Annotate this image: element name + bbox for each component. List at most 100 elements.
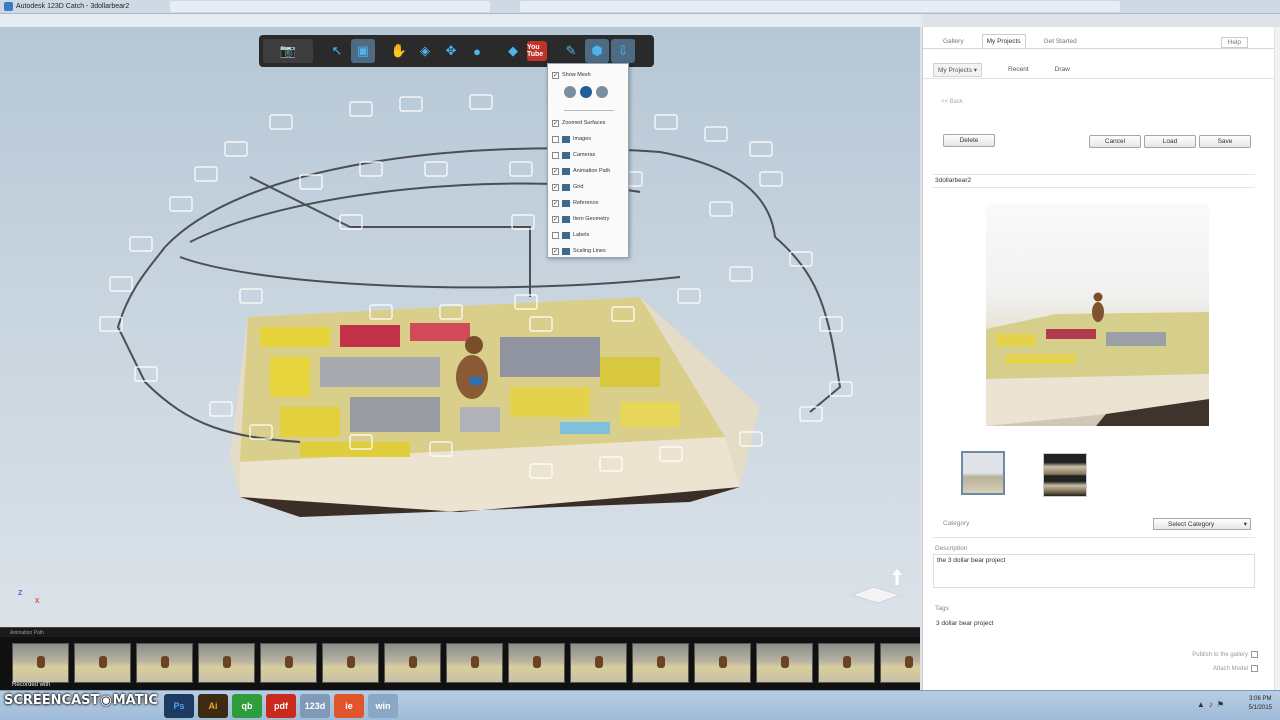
filmstrip-thumbnail[interactable] xyxy=(446,643,503,683)
view-menu-item[interactable]: Images xyxy=(552,131,624,147)
network-icon[interactable]: ▲ xyxy=(1197,700,1205,709)
flag-icon[interactable]: ⚑ xyxy=(1217,700,1224,709)
navigation-cube[interactable] xyxy=(842,567,907,607)
load-button[interactable]: Load xyxy=(1144,135,1196,148)
attach-checkbox[interactable] xyxy=(1251,665,1258,672)
pan-icon[interactable]: ◈ xyxy=(413,39,437,63)
clock[interactable]: 3:06 PM 5/1/2015 xyxy=(1249,695,1272,713)
view-menu-item[interactable]: ✓ Animation Path xyxy=(552,163,624,179)
project-subnav: My Projects ▾ Recent Draw xyxy=(923,61,1280,79)
volume-icon[interactable]: ♪ xyxy=(1209,700,1213,709)
scaling-lines-icon xyxy=(562,247,570,255)
view-menu-item[interactable]: ✓ Reference xyxy=(552,195,624,211)
back-link[interactable]: << Back xyxy=(941,99,963,105)
tags-field[interactable]: 3 dollar bear project xyxy=(936,620,993,627)
view-menu-checkbox[interactable]: ✓ xyxy=(552,183,559,191)
photo-thumbnail[interactable] xyxy=(1043,453,1087,497)
view-menu-item[interactable]: Labels xyxy=(552,227,624,243)
model-preview xyxy=(986,204,1209,426)
youtube-icon[interactable]: You Tube xyxy=(527,41,547,61)
view-menu-item[interactable]: ✓ Grid xyxy=(552,179,624,195)
move-icon[interactable]: ✥ xyxy=(439,39,463,63)
view-menu-checkbox[interactable]: ✓ xyxy=(552,215,559,223)
frame-icon[interactable]: ▣ xyxy=(351,39,375,63)
view-menu-item[interactable]: ✓ Item Geometry xyxy=(552,211,624,227)
help-button[interactable]: Help xyxy=(1220,37,1248,48)
scene-canvas[interactable] xyxy=(0,27,920,627)
view-menu-label: Labels xyxy=(573,232,590,238)
view-options-icon[interactable]: ⬢ xyxy=(585,39,609,63)
view-menu-item[interactable]: ✓ Scaling Lines xyxy=(552,243,624,259)
cancel-button[interactable]: Cancel xyxy=(1089,135,1141,148)
publish-option[interactable]: Publish to the gallery xyxy=(1192,651,1258,658)
camera-icon[interactable]: 📷 xyxy=(263,39,313,63)
filmstrip-thumbnail[interactable] xyxy=(384,643,441,683)
filmstrip-thumbnail[interactable] xyxy=(818,643,875,683)
wireframe-mode-icon[interactable] xyxy=(564,86,576,98)
view-menu-item[interactable]: ✓ Zoomed Surfaces xyxy=(552,115,624,131)
orbit-icon[interactable]: ✋ xyxy=(387,39,411,63)
cameras-icon xyxy=(562,151,570,159)
filmstrip-thumbnail[interactable] xyxy=(570,643,627,683)
view-menu-checkbox[interactable]: ✓ xyxy=(552,119,559,127)
tab-get-started[interactable]: Get Started xyxy=(1040,35,1081,48)
subnav-recent[interactable]: Recent xyxy=(1008,66,1029,73)
tab-my-projects[interactable]: My Projects xyxy=(981,34,1026,48)
my-projects-dropdown[interactable]: My Projects ▾ xyxy=(933,62,983,77)
export-icon[interactable]: ⇩ xyxy=(611,39,635,63)
filmstrip-thumbnail[interactable] xyxy=(260,643,317,683)
panel-scrollbar[interactable] xyxy=(1274,27,1280,692)
filmstrip-thumbnail[interactable] xyxy=(508,643,565,683)
title-bar-tabs xyxy=(170,1,490,12)
filmstrip-thumbnail[interactable] xyxy=(880,643,920,683)
filmstrip-header[interactable]: Animation Path xyxy=(0,627,920,637)
publish-checkbox[interactable] xyxy=(1251,651,1258,658)
filmstrip-thumbnail[interactable] xyxy=(198,643,255,683)
save-button[interactable]: Save xyxy=(1199,135,1251,148)
filmstrip-thumbnail[interactable] xyxy=(694,643,751,683)
category-label: Category xyxy=(943,520,970,527)
brush-icon[interactable]: ✎ xyxy=(559,39,583,63)
3d-viewport[interactable]: 📷 ↖ ▣ ✋ ◈ ✥ ● ◆ You Tube ✎ ⬢ ⇩ ✓ Show Me… xyxy=(0,27,920,627)
view-menu-checkbox[interactable] xyxy=(552,231,559,239)
watermark-text: SCREENCAST xyxy=(4,693,100,708)
delete-button[interactable]: Delete xyxy=(943,134,995,147)
zoom-icon[interactable]: ● xyxy=(465,39,489,63)
show-mesh-checkbox[interactable]: ✓ xyxy=(552,71,559,79)
description-field[interactable]: the 3 dollar bear project xyxy=(933,554,1255,588)
window-icon[interactable]: win xyxy=(368,693,398,718)
tags-label: Tags xyxy=(935,605,949,612)
show-mesh-row[interactable]: ✓ Show Mesh xyxy=(552,67,624,83)
mesh-icon[interactable]: ◆ xyxy=(501,39,525,63)
filmstrip-thumbnail[interactable] xyxy=(632,643,689,683)
view-menu-checkbox[interactable] xyxy=(552,135,559,143)
solid-mode-icon[interactable] xyxy=(580,86,592,98)
illustrator-icon[interactable]: Ai xyxy=(198,693,228,718)
attach-option[interactable]: Attach Model xyxy=(1213,665,1258,672)
acrobat-icon[interactable]: pdf xyxy=(266,693,296,718)
photo-filmstrip[interactable] xyxy=(0,637,920,690)
filmstrip-thumbnail[interactable] xyxy=(74,643,131,683)
subnav-draw[interactable]: Draw xyxy=(1055,66,1070,73)
123d-catch-icon[interactable]: 123d xyxy=(300,693,330,718)
system-tray: ▲ ♪ ⚑ xyxy=(1197,700,1224,709)
view-menu-item[interactable]: Cameras xyxy=(552,147,624,163)
photo-thumbnail-selected[interactable] xyxy=(961,451,1005,495)
view-menu-label: Images xyxy=(573,136,592,142)
filmstrip-thumbnail[interactable] xyxy=(12,643,69,683)
view-menu-checkbox[interactable]: ✓ xyxy=(552,167,559,175)
browser-icon[interactable]: ie xyxy=(334,693,364,718)
opacity-slider[interactable] xyxy=(564,101,614,111)
select-icon[interactable]: ↖ xyxy=(325,39,349,63)
view-menu-checkbox[interactable]: ✓ xyxy=(552,199,559,207)
tab-gallery[interactable]: Gallery xyxy=(939,35,968,48)
textured-mode-icon[interactable] xyxy=(596,86,608,98)
filmstrip-thumbnail[interactable] xyxy=(136,643,193,683)
filmstrip-thumbnail[interactable] xyxy=(322,643,379,683)
photoshop-icon[interactable]: Ps xyxy=(164,693,194,718)
view-menu-checkbox[interactable]: ✓ xyxy=(552,247,559,255)
filmstrip-thumbnail[interactable] xyxy=(756,643,813,683)
view-menu-checkbox[interactable] xyxy=(552,151,559,159)
quickbooks-icon[interactable]: qb xyxy=(232,693,262,718)
category-select[interactable]: Select Category ▾ xyxy=(1153,518,1251,530)
